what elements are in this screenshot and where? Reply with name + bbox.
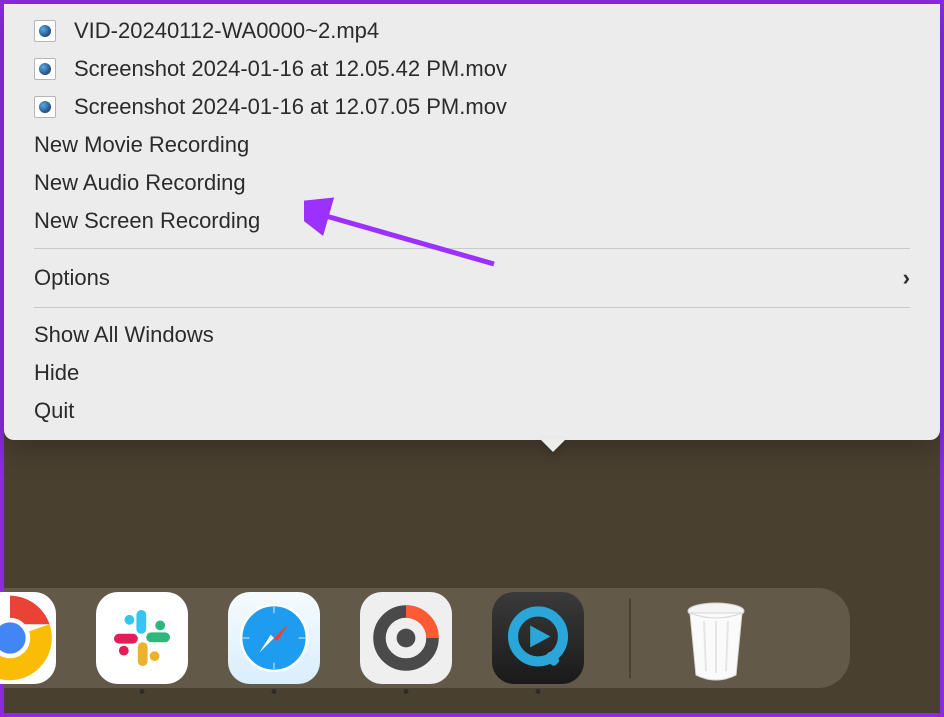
trash-icon <box>676 593 756 683</box>
show-all-windows[interactable]: Show All Windows <box>4 316 940 354</box>
dock-items <box>4 573 756 703</box>
safari-icon <box>233 597 315 679</box>
slack-icon <box>107 603 177 673</box>
menu-label: New Audio Recording <box>34 170 246 196</box>
dock-app-find-any-file[interactable] <box>360 592 452 684</box>
hide[interactable]: Hide <box>4 354 940 392</box>
quicktime-icon <box>499 599 577 677</box>
recent-file-item[interactable]: Screenshot 2024-01-16 at 12.05.42 PM.mov <box>4 50 940 88</box>
dock-app-chrome[interactable] <box>0 592 56 684</box>
dock-context-menu: VID-20240112-WA0000~2.mp4 Screenshot 202… <box>4 4 940 440</box>
recent-file-label: VID-20240112-WA0000~2.mp4 <box>74 18 379 44</box>
menu-label: Quit <box>34 398 74 424</box>
new-movie-recording[interactable]: New Movie Recording <box>4 126 940 164</box>
running-indicator <box>404 689 409 694</box>
running-indicator <box>140 689 145 694</box>
running-indicator <box>272 689 277 694</box>
quit[interactable]: Quit <box>4 392 940 430</box>
recent-file-label: Screenshot 2024-01-16 at 12.05.42 PM.mov <box>74 56 507 82</box>
video-file-icon <box>34 20 56 42</box>
dock-app-safari[interactable] <box>228 592 320 684</box>
video-file-icon <box>34 96 56 118</box>
dock-trash[interactable] <box>676 593 756 683</box>
recent-file-item[interactable]: VID-20240112-WA0000~2.mp4 <box>4 12 940 50</box>
options-submenu[interactable]: Options › <box>4 257 940 299</box>
menu-pointer-arrow <box>539 438 567 452</box>
running-indicator <box>536 689 541 694</box>
new-screen-recording[interactable]: New Screen Recording <box>4 202 940 240</box>
menu-label: Show All Windows <box>34 322 214 348</box>
magnify-ring-icon <box>367 599 445 677</box>
menu-label: Hide <box>34 360 79 386</box>
recent-file-item[interactable]: Screenshot 2024-01-16 at 12.07.05 PM.mov <box>4 88 940 126</box>
dock-app-slack[interactable] <box>96 592 188 684</box>
recent-file-label: Screenshot 2024-01-16 at 12.07.05 PM.mov <box>74 94 507 120</box>
dock <box>4 573 940 703</box>
menu-divider <box>34 248 910 249</box>
chrome-icon <box>0 592 56 684</box>
video-file-icon <box>34 58 56 80</box>
menu-label: New Screen Recording <box>34 208 260 234</box>
menu-label: New Movie Recording <box>34 132 249 158</box>
menu-divider <box>34 307 910 308</box>
chevron-right-icon: › <box>903 265 910 291</box>
menu-label: Options <box>34 265 110 291</box>
new-audio-recording[interactable]: New Audio Recording <box>4 164 940 202</box>
dock-app-quicktime[interactable] <box>492 592 584 684</box>
dock-divider <box>629 598 631 678</box>
